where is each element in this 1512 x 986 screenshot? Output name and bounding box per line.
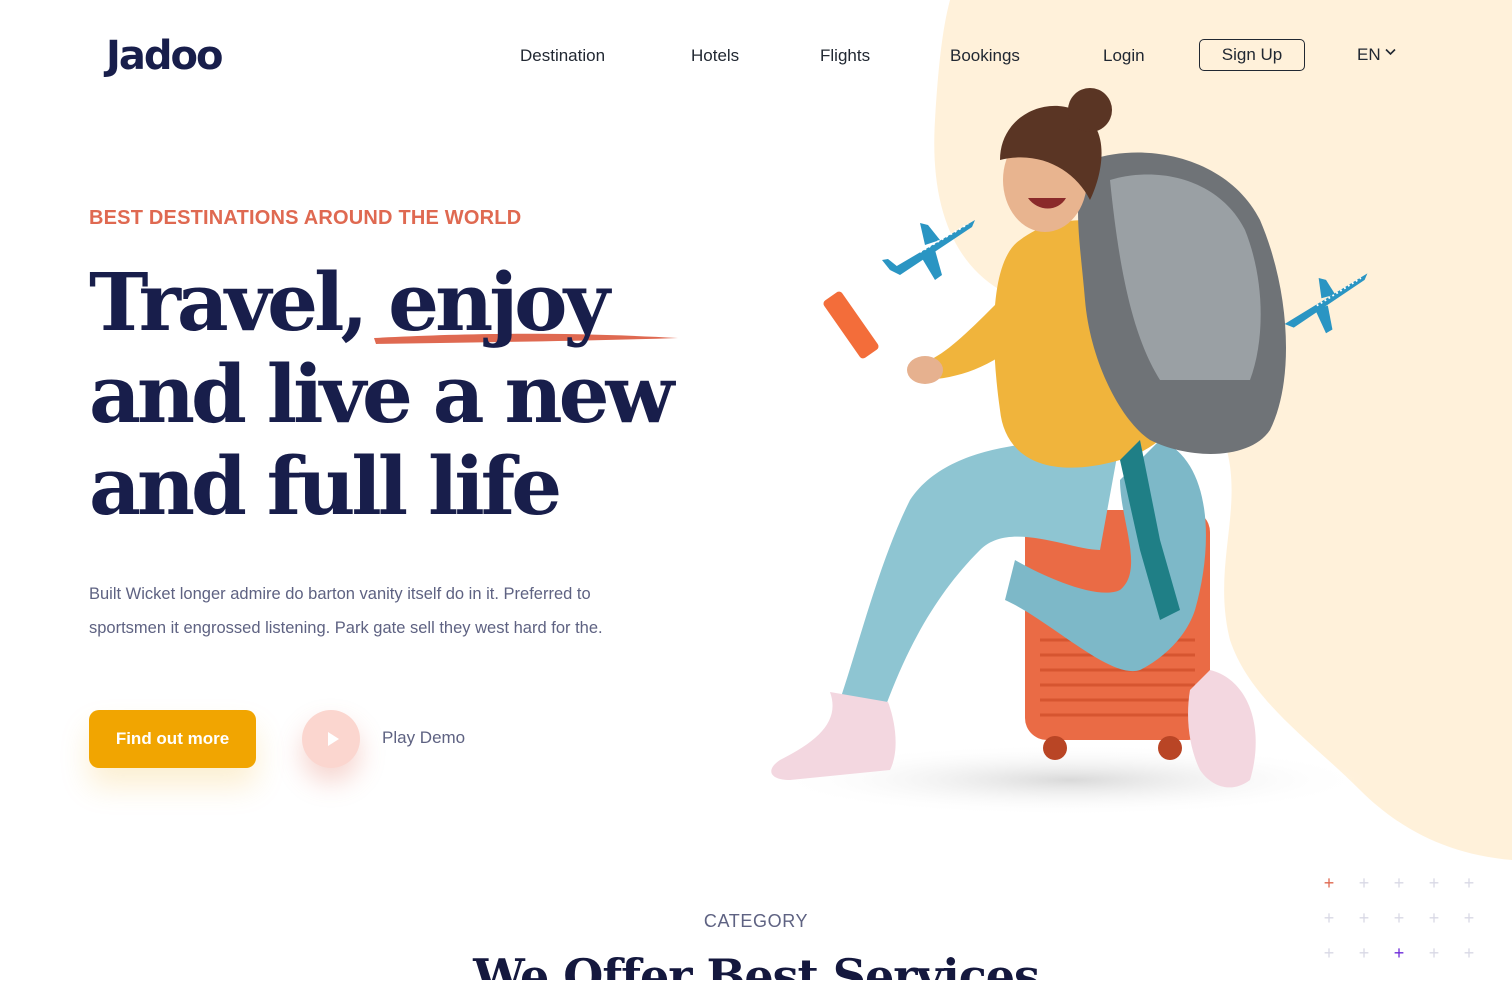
- signup-button-label: Sign Up: [1221, 45, 1283, 64]
- language-label: EN: [1357, 45, 1381, 64]
- plus-icon: +: [1463, 873, 1475, 893]
- airplane-icon: [882, 220, 975, 280]
- hero-headline: Travel, enjoy and live a new and full li…: [89, 256, 729, 532]
- play-demo-label[interactable]: Play Demo: [382, 728, 465, 748]
- headline-line-2: and live a new: [89, 347, 674, 441]
- plus-icon: +: [1428, 873, 1440, 893]
- headline-highlight-word: enjoy: [388, 255, 610, 349]
- nav-link-destination[interactable]: Destination: [520, 46, 605, 66]
- find-out-more-label: Find out more: [115, 729, 230, 748]
- hero-description: Built Wicket longer admire do barton van…: [89, 585, 603, 637]
- airplane-icon: [1284, 273, 1368, 334]
- play-icon: [327, 732, 339, 746]
- headline-line-1: Travel, enjoy: [89, 255, 610, 349]
- nav-link-bookings[interactable]: Bookings: [950, 46, 1020, 66]
- plus-icon: +: [1358, 873, 1370, 893]
- chevron-down-icon: [1385, 48, 1396, 59]
- hero-eyebrow: BEST DESTINATIONS AROUND THE WORLD: [89, 207, 522, 229]
- brand-logo[interactable]: Jadoo: [106, 30, 223, 82]
- play-demo-button[interactable]: [302, 710, 360, 768]
- traveler-hero-image: [770, 88, 1370, 816]
- plus-icon: +: [1393, 873, 1405, 893]
- plus-icon: +: [1323, 873, 1335, 893]
- language-selector[interactable]: EN: [1357, 45, 1396, 65]
- nav-link-flights[interactable]: Flights: [820, 46, 870, 66]
- headline-line-3: and full life: [89, 439, 562, 533]
- find-out-more-button[interactable]: Find out more: [89, 710, 256, 768]
- section-title: We Offer Best Services: [473, 949, 1040, 980]
- nav-link-hotels[interactable]: Hotels: [691, 46, 739, 66]
- signup-button[interactable]: Sign Up: [1199, 39, 1305, 71]
- category-eyebrow: CATEGORY: [703, 911, 809, 931]
- nav-link-login[interactable]: Login: [1103, 46, 1145, 66]
